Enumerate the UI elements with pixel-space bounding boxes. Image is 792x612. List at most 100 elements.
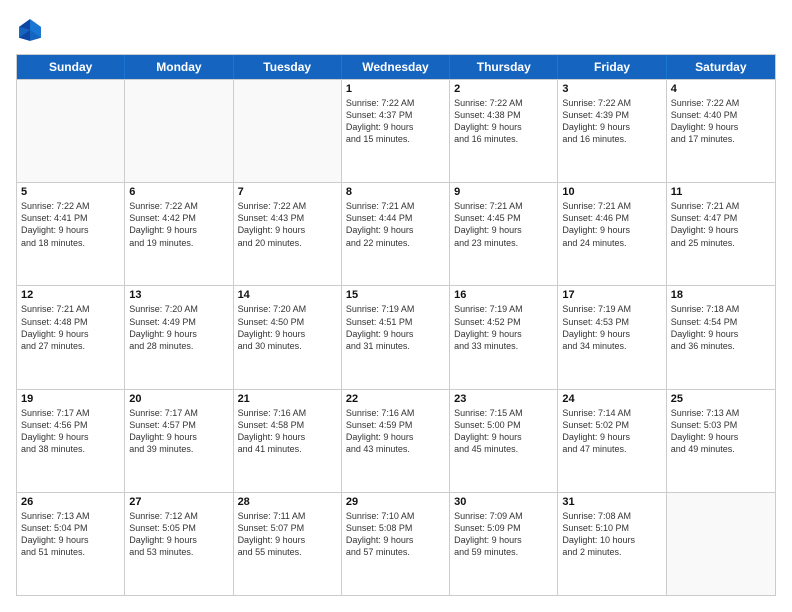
calendar-cell: 3 Sunrise: 7:22 AM Sunset: 4:39 PM Daylig…: [558, 80, 666, 182]
cell-day-number: 2: [454, 83, 553, 95]
calendar-cell: 4 Sunrise: 7:22 AM Sunset: 4:40 PM Daylig…: [667, 80, 775, 182]
calendar-cell: 19Sunrise: 7:17 AM Sunset: 4:56 PM Dayli…: [17, 390, 125, 492]
cell-day-number: 30: [454, 496, 553, 508]
cell-info: Sunrise: 7:19 AM Sunset: 4:53 PM Dayligh…: [562, 303, 661, 352]
calendar-cell: 22 Sunrise: 7:16 AM Sunset: 4:59 PM Dayli…: [342, 390, 450, 492]
weekday-header: Thursday: [450, 55, 558, 79]
cell-day-number: 5: [21, 186, 120, 198]
cell-day-number: 11: [671, 186, 771, 198]
calendar-cell: 14 Sunrise: 7:20 AM Sunset: 4:50 PM Dayli…: [234, 286, 342, 388]
cell-info: Sunrise: 7:13 AM Sunset: 5:03 PM Dayligh…: [671, 407, 771, 456]
calendar-week: 12 Sunrise: 7:21 AM Sunset: 4:48 PM Dayli…: [17, 285, 775, 388]
cell-day-number: 18: [671, 289, 771, 301]
cell-info: Sunrise: 7:13 AM Sunset: 5:04 PM Dayligh…: [21, 510, 120, 559]
cell-info: Sunrise: 7:14 AM Sunset: 5:02 PM Dayligh…: [562, 407, 661, 456]
cell-info: Sunrise: 7:22 AM Sunset: 4:40 PM Dayligh…: [671, 97, 771, 146]
cell-info: Sunrise: 7:10 AM Sunset: 5:08 PM Dayligh…: [346, 510, 445, 559]
calendar-cell: 1 Sunrise: 7:22 AM Sunset: 4:37 PM Daylig…: [342, 80, 450, 182]
cell-info: Sunrise: 7:21 AM Sunset: 4:46 PM Dayligh…: [562, 200, 661, 249]
calendar-week: 26 Sunrise: 7:13 AM Sunset: 5:04 PM Dayli…: [17, 492, 775, 595]
cell-day-number: 26: [21, 496, 120, 508]
cell-info: Sunrise: 7:09 AM Sunset: 5:09 PM Dayligh…: [454, 510, 553, 559]
page: SundayMondayTuesdayWednesdayThursdayFrid…: [0, 0, 792, 612]
cell-info: Sunrise: 7:21 AM Sunset: 4:47 PM Dayligh…: [671, 200, 771, 249]
cell-info: Sunrise: 7:21 AM Sunset: 4:45 PM Dayligh…: [454, 200, 553, 249]
calendar-cell: [125, 80, 233, 182]
calendar-week: 19Sunrise: 7:17 AM Sunset: 4:56 PM Dayli…: [17, 389, 775, 492]
cell-day-number: 15: [346, 289, 445, 301]
cell-info: Sunrise: 7:18 AM Sunset: 4:54 PM Dayligh…: [671, 303, 771, 352]
calendar-cell: 11 Sunrise: 7:21 AM Sunset: 4:47 PM Dayli…: [667, 183, 775, 285]
calendar-cell: 28Sunrise: 7:11 AM Sunset: 5:07 PM Dayli…: [234, 493, 342, 595]
cell-day-number: 13: [129, 289, 228, 301]
calendar-header: SundayMondayTuesdayWednesdayThursdayFrid…: [17, 55, 775, 79]
weekday-header: Monday: [125, 55, 233, 79]
cell-day-number: 1: [346, 83, 445, 95]
cell-day-number: 29: [346, 496, 445, 508]
cell-day-number: 16: [454, 289, 553, 301]
cell-info: Sunrise: 7:22 AM Sunset: 4:39 PM Dayligh…: [562, 97, 661, 146]
calendar-cell: 31Sunrise: 7:08 AM Sunset: 5:10 PM Dayli…: [558, 493, 666, 595]
cell-info: Sunrise: 7:20 AM Sunset: 4:50 PM Dayligh…: [238, 303, 337, 352]
cell-info: Sunrise: 7:17 AM Sunset: 4:57 PM Dayligh…: [129, 407, 228, 456]
calendar-cell: 25 Sunrise: 7:13 AM Sunset: 5:03 PM Dayli…: [667, 390, 775, 492]
cell-day-number: 24: [562, 393, 661, 405]
cell-info: Sunrise: 7:15 AM Sunset: 5:00 PM Dayligh…: [454, 407, 553, 456]
cell-info: Sunrise: 7:22 AM Sunset: 4:38 PM Dayligh…: [454, 97, 553, 146]
cell-day-number: 22: [346, 393, 445, 405]
cell-day-number: 20: [129, 393, 228, 405]
calendar: SundayMondayTuesdayWednesdayThursdayFrid…: [16, 54, 776, 596]
calendar-cell: 10 Sunrise: 7:21 AM Sunset: 4:46 PM Dayli…: [558, 183, 666, 285]
weekday-header: Saturday: [667, 55, 775, 79]
calendar-cell: 7 Sunrise: 7:22 AM Sunset: 4:43 PM Daylig…: [234, 183, 342, 285]
calendar-cell: 21 Sunrise: 7:16 AM Sunset: 4:58 PM Dayli…: [234, 390, 342, 492]
calendar-cell: 6 Sunrise: 7:22 AM Sunset: 4:42 PM Daylig…: [125, 183, 233, 285]
cell-info: Sunrise: 7:16 AM Sunset: 4:58 PM Dayligh…: [238, 407, 337, 456]
cell-day-number: 4: [671, 83, 771, 95]
calendar-cell: 17 Sunrise: 7:19 AM Sunset: 4:53 PM Dayli…: [558, 286, 666, 388]
cell-day-number: 27: [129, 496, 228, 508]
logo: [16, 16, 48, 44]
cell-info: Sunrise: 7:22 AM Sunset: 4:43 PM Dayligh…: [238, 200, 337, 249]
cell-day-number: 10: [562, 186, 661, 198]
calendar-cell: 16 Sunrise: 7:19 AM Sunset: 4:52 PM Dayli…: [450, 286, 558, 388]
calendar-cell: 13 Sunrise: 7:20 AM Sunset: 4:49 PM Dayli…: [125, 286, 233, 388]
calendar-cell: 18 Sunrise: 7:18 AM Sunset: 4:54 PM Dayli…: [667, 286, 775, 388]
cell-day-number: 21: [238, 393, 337, 405]
calendar-cell: 29 Sunrise: 7:10 AM Sunset: 5:08 PM Dayli…: [342, 493, 450, 595]
cell-info: Sunrise: 7:08 AM Sunset: 5:10 PM Dayligh…: [562, 510, 661, 559]
cell-day-number: 7: [238, 186, 337, 198]
cell-day-number: 14: [238, 289, 337, 301]
cell-info: Sunrise: 7:19 AM Sunset: 4:51 PM Dayligh…: [346, 303, 445, 352]
calendar-cell: 23 Sunrise: 7:15 AM Sunset: 5:00 PM Dayli…: [450, 390, 558, 492]
calendar-week: 1 Sunrise: 7:22 AM Sunset: 4:37 PM Daylig…: [17, 79, 775, 182]
cell-info: Sunrise: 7:21 AM Sunset: 4:48 PM Dayligh…: [21, 303, 120, 352]
logo-icon: [16, 16, 44, 44]
cell-info: Sunrise: 7:19 AM Sunset: 4:52 PM Dayligh…: [454, 303, 553, 352]
header: [16, 16, 776, 44]
calendar-cell: 5 Sunrise: 7:22 AM Sunset: 4:41 PM Daylig…: [17, 183, 125, 285]
cell-day-number: 3: [562, 83, 661, 95]
calendar-cell: 15 Sunrise: 7:19 AM Sunset: 4:51 PM Dayli…: [342, 286, 450, 388]
cell-info: Sunrise: 7:22 AM Sunset: 4:42 PM Dayligh…: [129, 200, 228, 249]
calendar-cell: [667, 493, 775, 595]
calendar-cell: 30 Sunrise: 7:09 AM Sunset: 5:09 PM Dayli…: [450, 493, 558, 595]
cell-day-number: 6: [129, 186, 228, 198]
cell-day-number: 17: [562, 289, 661, 301]
cell-day-number: 25: [671, 393, 771, 405]
cell-info: Sunrise: 7:22 AM Sunset: 4:37 PM Dayligh…: [346, 97, 445, 146]
calendar-body: 1 Sunrise: 7:22 AM Sunset: 4:37 PM Daylig…: [17, 79, 775, 595]
cell-info: Sunrise: 7:16 AM Sunset: 4:59 PM Dayligh…: [346, 407, 445, 456]
cell-info: Sunrise: 7:20 AM Sunset: 4:49 PM Dayligh…: [129, 303, 228, 352]
calendar-cell: 12 Sunrise: 7:21 AM Sunset: 4:48 PM Dayli…: [17, 286, 125, 388]
cell-day-number: 8: [346, 186, 445, 198]
weekday-header: Wednesday: [342, 55, 450, 79]
calendar-cell: 8 Sunrise: 7:21 AM Sunset: 4:44 PM Daylig…: [342, 183, 450, 285]
cell-info: Sunrise: 7:22 AM Sunset: 4:41 PM Dayligh…: [21, 200, 120, 249]
cell-info: Sunrise: 7:21 AM Sunset: 4:44 PM Dayligh…: [346, 200, 445, 249]
cell-day-number: 23: [454, 393, 553, 405]
cell-day-number: 12: [21, 289, 120, 301]
calendar-cell: 24 Sunrise: 7:14 AM Sunset: 5:02 PM Dayli…: [558, 390, 666, 492]
weekday-header: Friday: [558, 55, 666, 79]
weekday-header: Sunday: [17, 55, 125, 79]
